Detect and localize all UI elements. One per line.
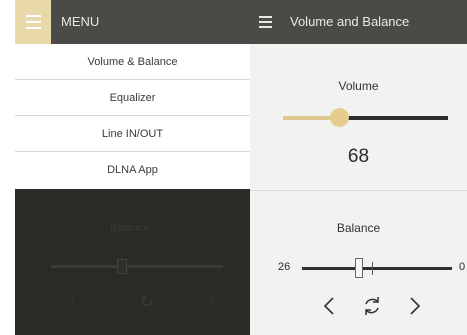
volume-slider-handle[interactable] [330, 108, 349, 127]
balance-slider-track[interactable] [302, 267, 452, 270]
volume-balance-header: Volume and Balance [250, 0, 467, 44]
volume-section: Volume 68 [250, 44, 467, 190]
menu-item-volume-balance[interactable]: Volume & Balance [15, 44, 250, 80]
balance-right-value: 0 [459, 261, 466, 273]
dimmed-balance-nav: ‹ ↻ › [70, 292, 230, 314]
balance-slider-handle[interactable] [355, 258, 363, 278]
volume-value: 68 [347, 146, 370, 167]
dimmed-slider-knob [117, 259, 127, 274]
volume-label: Volume [338, 79, 379, 93]
menu-item-equalizer[interactable]: Equalizer [15, 80, 250, 116]
dimmed-balance-title: Balance [110, 222, 150, 234]
refresh-icon [365, 297, 379, 315]
balance-reset-button[interactable] [357, 291, 387, 321]
vb-menu-button[interactable] [250, 0, 282, 44]
dimmed-chevron-left-icon: ‹ [70, 292, 76, 309]
menu-panel: MENU Volume & Balance Equalizer Line IN/… [15, 0, 250, 335]
balance-center-tick [372, 262, 373, 275]
dimmed-slider-track [51, 265, 223, 268]
dimmed-left-label: · [33, 259, 37, 271]
dimmed-right-label: · [231, 259, 235, 271]
app-window: MENU Volume & Balance Equalizer Line IN/… [15, 0, 467, 335]
balance-prev-button[interactable] [314, 291, 344, 321]
menu-list: Volume & Balance Equalizer Line IN/OUT D… [15, 44, 250, 189]
volume-balance-panel: Volume and Balance Volume 68 Balance 26 … [250, 0, 467, 335]
balance-left-value: 26 [278, 261, 291, 273]
balance-section: Balance 26 0 [250, 191, 467, 335]
menu-title: MENU [61, 14, 100, 29]
balance-next-button[interactable] [400, 291, 430, 321]
chevron-right-icon [410, 297, 421, 315]
balance-label: Balance [336, 221, 381, 235]
menu-header: MENU [15, 0, 250, 44]
dimmed-balance-slider: · · [33, 259, 241, 274]
menu-item-dlna-app[interactable]: DLNA App [15, 152, 250, 189]
menu-toggle-button[interactable] [15, 0, 51, 44]
chevron-left-icon [323, 297, 334, 315]
dimmed-chevron-right-icon: › [210, 292, 216, 309]
menu-item-line-in-out[interactable]: Line IN/OUT [15, 116, 250, 152]
dimmed-refresh-icon: ↻ [140, 294, 154, 311]
balance-nav [250, 291, 467, 321]
volume-slider-track[interactable] [340, 116, 448, 120]
page-title: Volume and Balance [290, 14, 410, 29]
